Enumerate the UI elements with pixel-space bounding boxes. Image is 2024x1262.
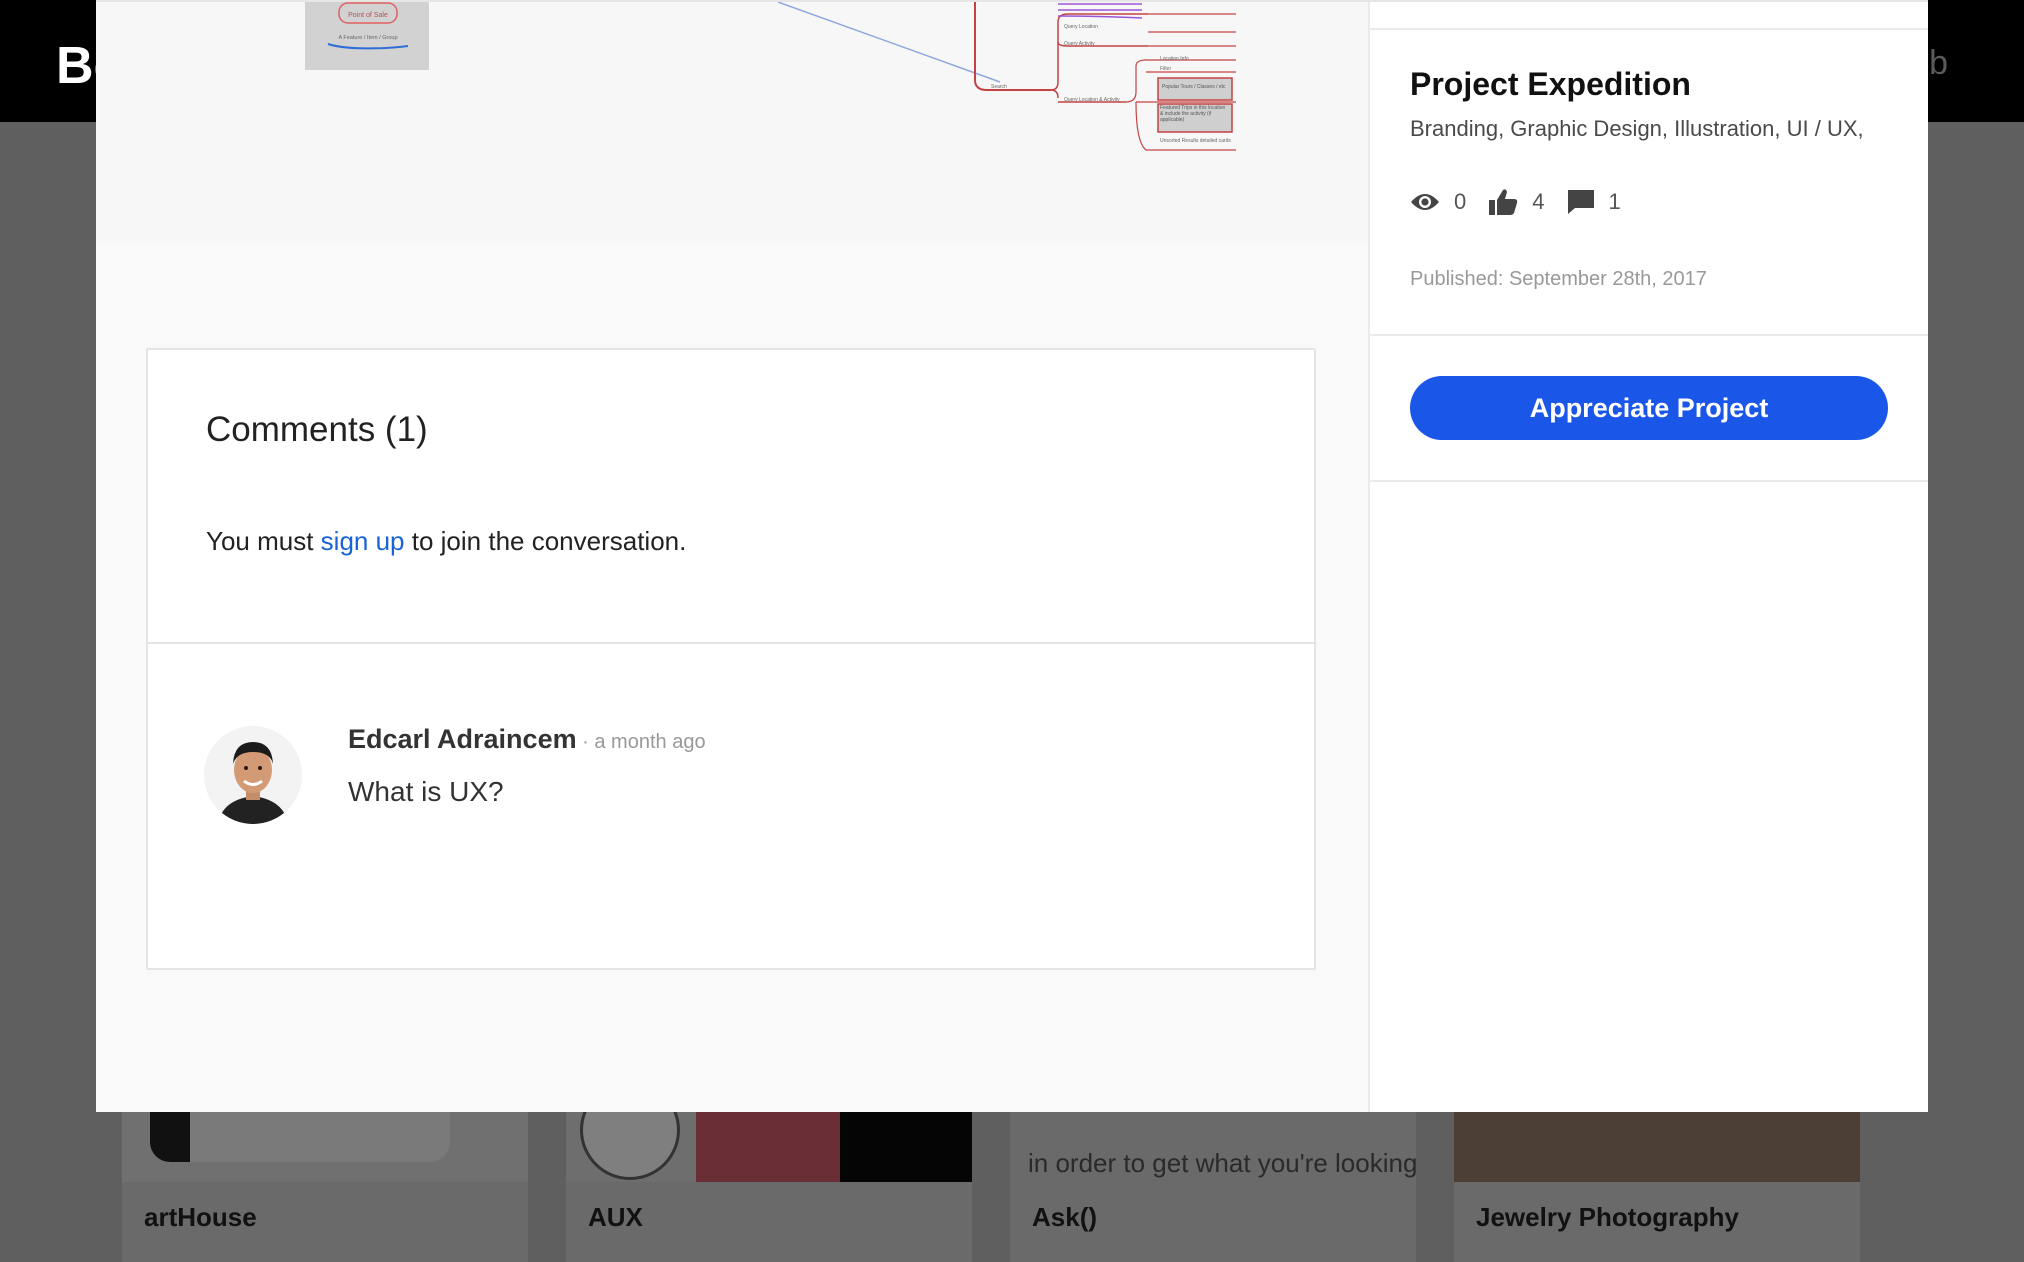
appreciations-count: 4 bbox=[1532, 189, 1545, 214]
sidebar-top-section bbox=[1370, 2, 1928, 30]
card-title: Ask() bbox=[1032, 1202, 1098, 1232]
flowchart-label: A Feature / Item / Group bbox=[339, 35, 398, 41]
signup-prompt: You must sign up to join the conversatio… bbox=[206, 526, 686, 557]
flowchart-label: Featured Trips in this location & includ… bbox=[1160, 105, 1226, 123]
published-date: Published: September 28th, 2017 bbox=[1410, 268, 1707, 290]
project-stats: 0 4 1 bbox=[1410, 188, 1643, 216]
appreciations-stat: 4 bbox=[1488, 188, 1545, 216]
project-main-column: Point of Sale A Feature / Item / Group S… bbox=[96, 2, 1368, 1112]
comments-title: Comments (1) bbox=[206, 410, 428, 449]
flowchart-label: Unsorted Results detailed cards bbox=[1160, 138, 1231, 144]
flowchart-label: Location Info bbox=[1160, 56, 1189, 62]
project-info-section: Project Expedition Branding, Graphic Des… bbox=[1370, 30, 1928, 336]
comments-panel: Comments (1) You must sign up to join th… bbox=[146, 348, 1316, 970]
comment-icon bbox=[1567, 190, 1594, 214]
project-fields[interactable]: Branding, Graphic Design, Illustration, … bbox=[1410, 116, 1864, 142]
project-sidebar: Project Expedition Branding, Graphic Des… bbox=[1368, 2, 1928, 1112]
views-stat: 0 bbox=[1410, 189, 1466, 215]
flowchart-label: Point of Sale bbox=[348, 12, 388, 19]
card-title: Jewelry Photography bbox=[1476, 1202, 1739, 1232]
comments-count: 1 bbox=[1608, 189, 1621, 214]
card-title: AUX bbox=[588, 1202, 643, 1232]
flowchart-label: Query Location & Activity bbox=[1064, 97, 1120, 103]
thumbs-up-icon bbox=[1489, 189, 1518, 215]
signup-suffix: to join the conversation. bbox=[404, 526, 687, 556]
card-snippet: in order to get what you're looking bbox=[1028, 1148, 1418, 1178]
avatar[interactable] bbox=[204, 726, 302, 824]
project-modal: Point of Sale A Feature / Item / Group S… bbox=[96, 0, 1928, 1112]
sign-up-link[interactable]: sign up bbox=[321, 526, 405, 556]
comment-author[interactable]: Edcarl Adraincem · a month ago bbox=[348, 724, 706, 755]
views-count: 0 bbox=[1454, 189, 1467, 214]
flowchart-label: Popular Tours / Classes / etc bbox=[1162, 84, 1226, 90]
eye-icon bbox=[1411, 194, 1439, 210]
signup-prefix: You must bbox=[206, 526, 321, 556]
comment-author-name[interactable]: Edcarl Adraincem bbox=[348, 724, 577, 754]
comments-header: Comments (1) You must sign up to join th… bbox=[148, 350, 1314, 644]
comment-time-text: a month ago bbox=[594, 731, 706, 753]
project-image-preview[interactable]: Point of Sale A Feature / Item / Group S… bbox=[96, 2, 1368, 242]
card-title: artHouse bbox=[144, 1202, 257, 1232]
flowchart-label: Query Location bbox=[1064, 24, 1098, 30]
comment-text: What is UX? bbox=[348, 776, 504, 807]
project-title: Project Expedition bbox=[1410, 66, 1691, 102]
appreciate-section: Appreciate Project bbox=[1370, 336, 1928, 482]
flowchart-image: Point of Sale A Feature / Item / Group S… bbox=[305, 2, 1236, 151]
background-right-text: b bbox=[1929, 44, 1948, 82]
flowchart-label: Query Activity bbox=[1064, 41, 1095, 47]
comment-time: · a month ago bbox=[576, 731, 706, 753]
comments-stat: 1 bbox=[1567, 189, 1621, 215]
flowchart-label: Search bbox=[991, 84, 1007, 90]
flowchart-label: Filter bbox=[1160, 66, 1171, 72]
appreciate-project-button[interactable]: Appreciate Project bbox=[1410, 376, 1888, 440]
